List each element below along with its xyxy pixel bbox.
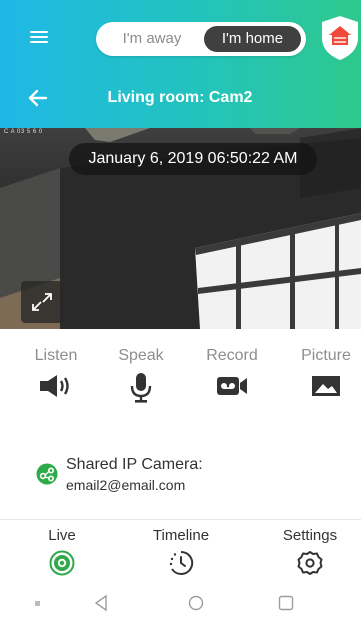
away-mode-option[interactable]: I'm away	[106, 22, 198, 56]
share-icon	[36, 463, 58, 485]
tab-timeline-label: Timeline	[152, 527, 210, 544]
shared-camera-info: Shared IP Camera: email2@email.com	[36, 456, 336, 496]
timeline-clock-icon	[169, 550, 194, 575]
tab-settings-label: Settings	[282, 527, 338, 544]
android-system-navigation	[0, 588, 361, 622]
camera-video-feed[interactable]: C A 03 5 6 0 January 6, 2019 06:50:22 AM	[0, 128, 361, 329]
section-divider	[0, 519, 361, 520]
home-mode-option[interactable]: I'm home	[204, 26, 301, 52]
camera-actions-row: Listen Speak Record Picture	[0, 346, 361, 406]
speak-label: Speak	[118, 347, 164, 364]
video-timestamp: January 6, 2019 06:50:22 AM	[69, 143, 317, 175]
tab-timeline[interactable]: Timeline	[136, 527, 226, 576]
record-button[interactable]: Record	[197, 346, 267, 400]
presence-mode-toggle[interactable]: I'm away I'm home	[96, 22, 306, 56]
gear-icon	[297, 551, 323, 575]
video-record-icon	[217, 377, 247, 395]
expand-arrows-icon	[32, 293, 52, 311]
camera-id-tag: C A 03 5 6 0	[4, 129, 43, 135]
microphone-icon	[130, 373, 152, 403]
triangle-back-icon[interactable]	[92, 593, 110, 613]
square-overview-icon[interactable]	[276, 593, 296, 613]
tab-settings[interactable]: Settings	[265, 527, 355, 576]
home-shield-icon[interactable]	[320, 14, 360, 62]
picture-label: Picture	[301, 347, 351, 364]
record-label: Record	[206, 347, 258, 364]
live-camera-icon	[49, 550, 75, 576]
menu-icon[interactable]	[30, 28, 50, 46]
tab-live-label: Live	[48, 527, 76, 544]
camera-title: Living room: Cam2	[107, 89, 253, 106]
fullscreen-button[interactable]	[21, 281, 63, 323]
shared-camera-title: Shared IP Camera:	[66, 456, 203, 473]
speak-button[interactable]: Speak	[106, 346, 176, 404]
recents-square-small-icon[interactable]	[34, 600, 42, 608]
picture-button[interactable]: Picture	[291, 346, 361, 400]
circle-home-icon[interactable]	[186, 593, 206, 613]
app-header: I'm away I'm home Living room: Cam2	[0, 0, 361, 128]
arrow-back-icon[interactable]	[26, 86, 50, 110]
listen-button[interactable]: Listen	[21, 346, 91, 400]
listen-label: Listen	[34, 347, 78, 364]
speaker-icon	[40, 375, 69, 397]
bottom-navigation: Live Timeline Settings	[0, 527, 361, 585]
picture-icon	[312, 376, 340, 396]
shared-camera-email: email2@email.com	[66, 477, 186, 493]
tab-live[interactable]: Live	[17, 527, 107, 576]
